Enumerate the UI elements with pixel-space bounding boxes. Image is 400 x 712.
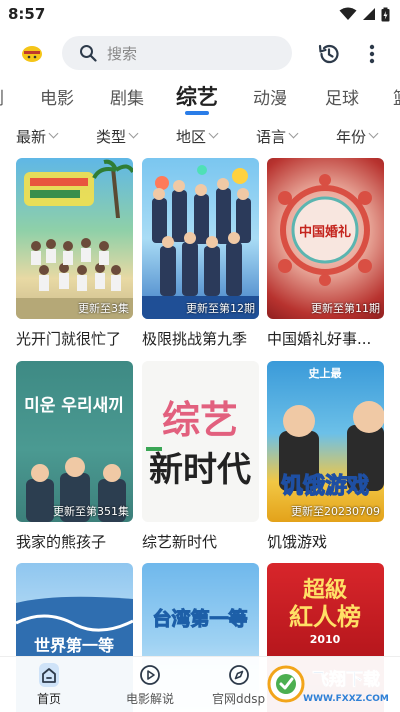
video-card[interactable]: 综艺 新时代 综艺新时代: [142, 361, 259, 552]
episode-badge: 更新至第12期: [186, 302, 255, 315]
episode-badge: 更新至第11期: [311, 302, 380, 315]
filter-latest-label: 最新: [16, 128, 47, 146]
home-icon: [39, 663, 59, 687]
filter-language[interactable]: 语言: [256, 126, 299, 147]
poster-title-line1: 超級: [303, 577, 347, 603]
watermark-text: 飞翔下载: [312, 669, 380, 690]
tab-basketball-cut[interactable]: 篮: [393, 84, 400, 109]
filter-language-label: 语言: [256, 128, 287, 146]
chevron-down-icon: [48, 128, 59, 139]
watermark-url: WWW.FXXZ.COM: [303, 694, 389, 704]
poster-art: 史上最 饥饿游戏: [279, 366, 384, 500]
compass-icon: [228, 665, 249, 685]
poster-image: 更新至3集: [16, 158, 133, 319]
card-title: 饥饿游戏: [267, 533, 328, 551]
poster-title: 台湾第一等: [152, 607, 247, 630]
poster-art: 미운 우리새끼: [24, 396, 126, 522]
poster-art: [142, 165, 259, 319]
poster-title-line2: 紅人榜: [289, 603, 361, 631]
card-title: 中国婚礼好事...: [267, 330, 372, 348]
poster-image: 中国婚礼 更新至第11期: [267, 158, 384, 319]
filter-type[interactable]: 类型: [96, 126, 139, 147]
poster-image: 미운 우리새끼 更新至第351集: [16, 361, 133, 522]
poster-title: 中国婚礼: [299, 224, 351, 240]
poster-art: 中国婚礼: [278, 174, 372, 286]
more-menu-button[interactable]: [362, 41, 382, 67]
card-title: 综艺新时代: [142, 533, 218, 551]
nav-official-site[interactable]: 官网ddsp: [212, 663, 265, 707]
poster-title-line1: 综艺: [162, 398, 238, 442]
filter-latest[interactable]: 最新: [16, 126, 59, 147]
chevron-down-icon: [128, 128, 139, 139]
filter-region[interactable]: 地区: [176, 126, 219, 147]
tab-football[interactable]: 足球: [325, 84, 359, 109]
video-card[interactable]: 更新至3集 光开门就很忙了: [16, 158, 133, 349]
battery-icon: [381, 7, 390, 21]
card-title: 极限挑战第九季: [142, 330, 248, 348]
filter-year-label: 年份: [336, 128, 367, 146]
card-title: 我家的熊孩子: [16, 533, 107, 551]
poster-title: 미운 우리새끼: [24, 396, 124, 416]
video-card[interactable]: 史上最 饥饿游戏 更新至20230709 饥饿游戏: [267, 361, 384, 552]
app-logo-icon: [22, 46, 42, 62]
search-placeholder: 搜索: [107, 44, 138, 63]
poster-title: 饥饿游戏: [281, 473, 369, 499]
poster-image: 史上最 饥饿游戏 更新至20230709: [267, 361, 384, 522]
filter-row: 最新 类型 地区 语言 年份: [0, 122, 400, 150]
video-card[interactable]: 更新至第12期 极限挑战第九季: [142, 158, 259, 349]
chevron-down-icon: [208, 128, 219, 139]
tab-anime[interactable]: 动漫: [253, 84, 287, 109]
card-title: 光开门就很忙了: [16, 330, 122, 348]
filter-region-label: 地区: [176, 128, 207, 146]
nav-home-label: 首页: [36, 692, 61, 706]
poster-art: [16, 159, 133, 319]
filter-type-label: 类型: [96, 128, 127, 146]
poster-title: 世界第一等: [34, 636, 114, 655]
top-bar: 搜索: [0, 30, 400, 76]
episode-badge: 更新至第351集: [53, 505, 129, 518]
poster-image: 更新至第12期: [142, 158, 259, 319]
history-icon: [318, 44, 339, 64]
status-time: 8:57: [8, 5, 46, 23]
status-icons: [339, 7, 390, 22]
episode-badge: 更新至3集: [78, 302, 129, 315]
nav-official-site-label: 官网ddsp: [212, 692, 266, 706]
signal-icon: [363, 8, 375, 20]
nav-movie-commentary-label: 电影解说: [126, 692, 175, 706]
chevron-down-icon: [288, 128, 299, 139]
more-vertical-icon: [369, 44, 375, 64]
nav-home[interactable]: 首页: [35, 663, 63, 707]
filter-year[interactable]: 年份: [336, 126, 379, 147]
history-button[interactable]: [316, 41, 342, 67]
poster-art: 综艺 新时代: [146, 398, 251, 490]
nav-movie-commentary[interactable]: 电影解说: [126, 663, 174, 707]
poster-image: 综艺 新时代: [142, 361, 259, 522]
poster-title-line2: 新时代: [149, 450, 251, 490]
search-input[interactable]: 搜索: [62, 36, 292, 70]
tab-movies[interactable]: 电影: [40, 84, 74, 109]
tab-drama-cut[interactable]: 剧: [0, 84, 4, 109]
play-circle-icon: [140, 665, 160, 685]
active-tab-indicator: [185, 111, 209, 115]
video-card[interactable]: 미운 우리새끼 更新至第351集 我家的熊孩子: [16, 361, 133, 552]
watermark-logo: 飞翔下载 WWW.FXXZ.COM: [267, 665, 389, 704]
category-tabs: 剧 电影 剧集 综艺 动漫 足球 篮: [0, 80, 400, 118]
wifi-icon: [339, 7, 357, 20]
status-bar: 8:57: [0, 0, 400, 28]
tab-series[interactable]: 剧集: [110, 84, 144, 109]
episode-badge: 更新至20230709: [291, 505, 380, 518]
poster-top: 史上最: [309, 366, 343, 380]
search-icon: [80, 45, 97, 62]
chevron-down-icon: [368, 128, 379, 139]
poster-year: 2010: [310, 633, 341, 646]
tab-variety[interactable]: 综艺: [176, 81, 218, 111]
video-card[interactable]: 中国婚礼 更新至第11期 中国婚礼好事...: [267, 158, 384, 349]
app-logo[interactable]: [19, 40, 45, 66]
